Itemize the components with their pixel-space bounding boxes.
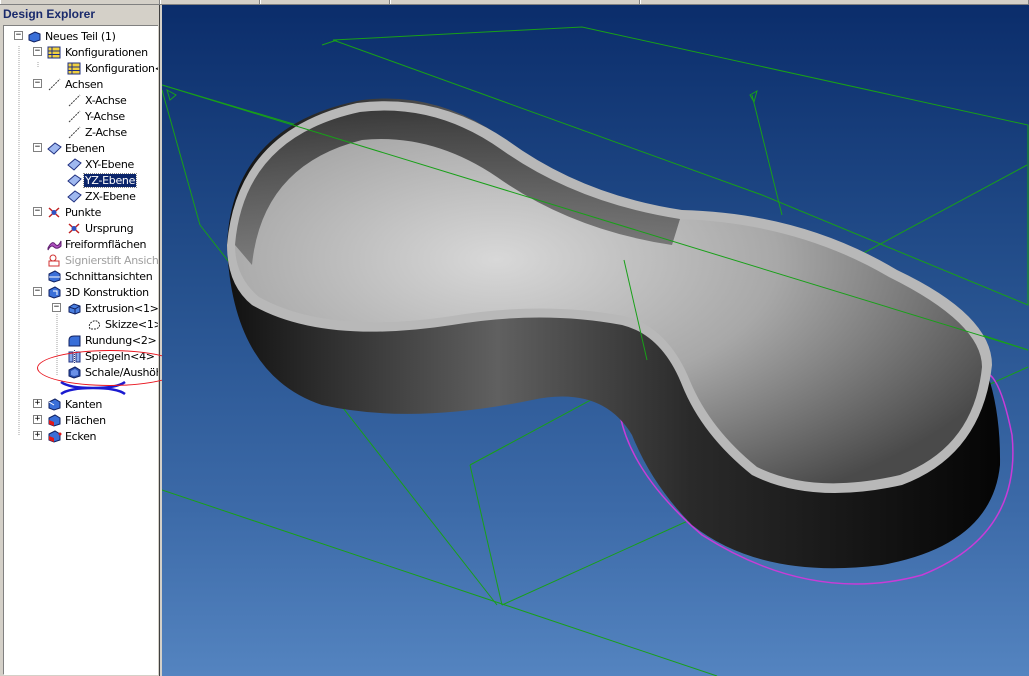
tree-label: Freiformflächen (65, 237, 147, 251)
tree-label: Schnittansichten (65, 269, 153, 283)
tree-item-konfigurationen[interactable]: Konfigurationen (47, 44, 149, 60)
tree-item-flaechen[interactable]: Flächen (47, 412, 107, 428)
tree-item-xy-ebene[interactable]: XY-Ebene (67, 156, 135, 172)
tree-item-konfiguration[interactable]: Konfiguration<1> (67, 60, 158, 76)
faces-icon (47, 413, 62, 427)
rollback-bar[interactable] (59, 380, 129, 396)
axis-icon (67, 110, 82, 123)
part-icon (27, 30, 42, 43)
feature-tree[interactable]: − − − − − − − + + + Neues Teil (1) Konfi… (3, 25, 158, 675)
tree-label: X-Achse (85, 93, 127, 107)
tree-label: Neues Teil (1) (45, 29, 116, 43)
shell-icon (67, 365, 82, 379)
plane-icon (67, 189, 82, 203)
tree-item-y-achse[interactable]: Y-Achse (67, 108, 126, 124)
tree-item-skizze[interactable]: Skizze<1> (87, 316, 158, 332)
tree-item-zx-ebene[interactable]: ZX-Ebene (67, 188, 137, 204)
edges-icon (47, 397, 62, 411)
axis-icon (47, 78, 62, 91)
expander-ebenen[interactable]: − (33, 143, 42, 152)
tree-label: Punkte (65, 205, 102, 219)
tree-label: Spiegeln<4> (85, 349, 155, 363)
tree-item-extrusion[interactable]: Extrusion<1> (67, 300, 158, 316)
tree-label: Z-Achse (85, 125, 127, 139)
tree-label: Konfigurationen (65, 45, 148, 59)
table-icon (67, 62, 82, 75)
tree-label: Ebenen (65, 141, 105, 155)
extrusion-icon (67, 302, 82, 315)
expander-achsen[interactable]: − (33, 79, 42, 88)
tree-label: Extrusion<1> (85, 301, 158, 315)
tree-item-schale[interactable]: Schale/Aushöhlen (67, 364, 158, 380)
expander-ecken[interactable]: + (33, 431, 42, 440)
tree-label: YZ-Ebene (82, 172, 138, 188)
tree-label: Schale/Aushöhlen (85, 365, 158, 379)
tree-label: Skizze<1> (105, 317, 158, 331)
expander-konfigurationen[interactable]: − (33, 47, 42, 56)
shell-cavity (235, 110, 982, 484)
3d-viewport[interactable] (162, 5, 1029, 676)
tree-label: XY-Ebene (85, 157, 134, 171)
expander-root[interactable]: − (14, 31, 23, 40)
point-icon (47, 206, 62, 219)
plane-icon (67, 157, 82, 171)
tree-item-root[interactable]: Neues Teil (1) (27, 28, 117, 44)
toolbar-segment (260, 0, 390, 4)
sketch-icon (87, 318, 102, 331)
tree-label: Achsen (65, 77, 104, 91)
panel-title: Design Explorer (3, 7, 96, 21)
tree-item-freiformflaechen[interactable]: Freiformflächen (47, 236, 147, 252)
tree-label: Y-Achse (85, 109, 125, 123)
mirror-icon (67, 349, 82, 363)
tree-item-kanten[interactable]: Kanten (47, 396, 103, 412)
expander-flaechen[interactable]: + (33, 415, 42, 424)
tree-item-z-achse[interactable]: Z-Achse (67, 124, 128, 140)
markup-pen-icon (47, 254, 62, 267)
tree-label: ZX-Ebene (85, 189, 136, 203)
tree-item-rundung[interactable]: Rundung<2> (67, 332, 157, 348)
tree-item-3d-konstruktion[interactable]: 3D Konstruktion (47, 284, 150, 300)
fillet-icon (67, 334, 82, 347)
tree-label: Flächen (65, 413, 106, 427)
tree-item-ursprung[interactable]: Ursprung (67, 220, 134, 236)
plane-icon (47, 141, 62, 155)
tree-label: Signierstift Ansichten (65, 253, 158, 267)
expander-3d-konstruktion[interactable]: − (33, 287, 42, 296)
table-icon (47, 46, 62, 59)
tree-item-achsen[interactable]: Achsen (47, 76, 104, 92)
expander-kanten[interactable]: + (33, 399, 42, 408)
toolbar-segment (390, 0, 640, 4)
scene (162, 26, 1029, 676)
tree-label: Ecken (65, 429, 97, 443)
tree-label: 3D Konstruktion (65, 285, 149, 299)
construction-3d-icon (47, 285, 62, 299)
tree-item-schnittansichten[interactable]: Schnittansichten (47, 268, 153, 284)
section-view-icon (47, 269, 62, 283)
tree-label: Kanten (65, 397, 102, 411)
axis-icon (67, 126, 82, 139)
plane-icon (67, 173, 82, 187)
tree-item-ebenen[interactable]: Ebenen (47, 140, 106, 156)
freeform-surface-icon (47, 238, 62, 251)
tree-item-ecken[interactable]: Ecken (47, 428, 97, 444)
expander-extrusion[interactable]: − (52, 303, 61, 312)
tree-item-signierstift[interactable]: Signierstift Ansichten (47, 252, 158, 268)
axis-icon (67, 94, 82, 107)
vertices-icon (47, 429, 62, 443)
point-icon (67, 222, 82, 235)
tree-label: Ursprung (85, 221, 134, 235)
tree-item-x-achse[interactable]: X-Achse (67, 92, 127, 108)
tree-label: Rundung<2> (85, 333, 157, 347)
design-explorer-panel: Design Explorer − − − − − − − + + + Neue… (0, 5, 160, 676)
tree-label: Konfiguration<1> (85, 61, 158, 75)
tree-item-punkte[interactable]: Punkte (47, 204, 102, 220)
tree-item-yz-ebene[interactable]: YZ-Ebene (67, 172, 138, 188)
toolbar-segment (0, 0, 160, 4)
expander-punkte[interactable]: − (33, 207, 42, 216)
toolbar-segment (160, 0, 260, 4)
toolbar-segment (640, 0, 1029, 4)
tree-item-spiegeln[interactable]: Spiegeln<4> (67, 348, 156, 364)
